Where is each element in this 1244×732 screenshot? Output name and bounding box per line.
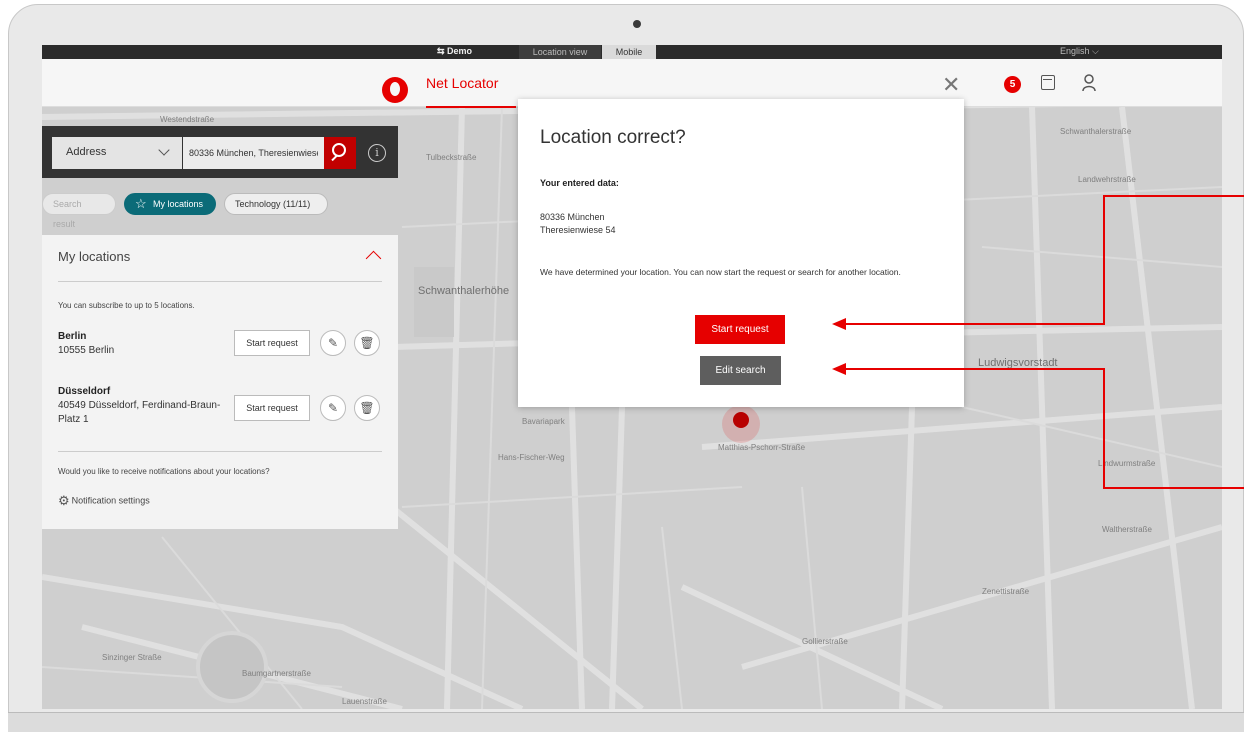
annotation-arrows	[832, 195, 1244, 489]
